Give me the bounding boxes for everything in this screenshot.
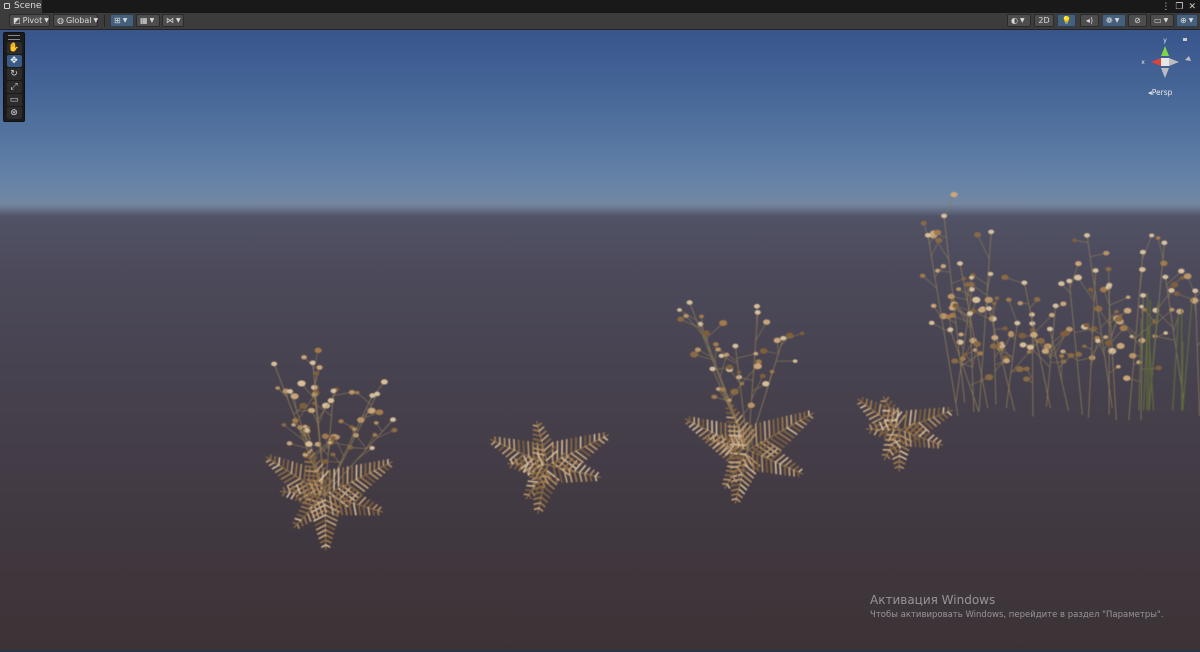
tools-overlay: ✋ ✥ ↻ ⤢ ▭ ⊛ [3, 32, 25, 122]
gizmo-x-label: x [1141, 59, 1145, 66]
transform-tool-icon[interactable]: ⊛ [6, 107, 22, 119]
gizmos-dropdown[interactable]: ⊕ ▼ [1176, 14, 1198, 27]
scene-viewport[interactable]: ✋ ✥ ↻ ⤢ ▭ ⊛ y x ◂Persp Активация Windows… [0, 30, 1200, 652]
lighting-toggle[interactable]: 💡 [1057, 14, 1076, 27]
audio-icon: ◂) [1085, 16, 1094, 25]
increment-snap-toggle[interactable]: ⋈ ▼ [162, 14, 184, 27]
gizmo-y-label: y [1163, 37, 1167, 44]
2d-toggle[interactable]: 2D [1034, 14, 1054, 27]
scene-plants [265, 191, 1200, 551]
rotate-tool-icon[interactable]: ↻ [6, 68, 22, 80]
watermark-subtitle: Чтобы активировать Windows, перейдите в … [870, 610, 1164, 620]
visibility-toggle[interactable]: ⊘ [1128, 14, 1147, 27]
chevron-down-icon: ▼ [93, 17, 99, 24]
scene-grid-icon [4, 3, 10, 9]
watermark-title: Активация Windows [870, 593, 996, 607]
tab-scene-label: Scene [14, 1, 42, 11]
2d-label: 2D [1038, 16, 1050, 25]
chevron-down-icon: ▼ [1114, 17, 1120, 24]
neg-y-axis-cone-icon[interactable] [1161, 68, 1169, 78]
global-dropdown[interactable]: ◍ Global ▼ [53, 14, 98, 27]
globe-icon: ◍ [57, 16, 64, 25]
scale-tool-icon[interactable]: ⤢ [6, 81, 22, 93]
toolbar-separator [104, 15, 105, 27]
chevron-down-icon: ▼ [122, 17, 128, 24]
eye-slash-icon: ⊘ [1134, 16, 1141, 25]
more-options-icon[interactable]: ⋮ [1161, 2, 1170, 12]
pivot-dropdown[interactable]: ◩ Pivot ▼ [9, 14, 50, 27]
light-bulb-icon: 💡 [1061, 16, 1072, 25]
chevron-down-icon: ▼ [1019, 17, 1025, 24]
close-icon[interactable]: ✕ [1188, 2, 1196, 12]
overlay-grip-icon[interactable] [8, 35, 20, 40]
gizmo-center-cube[interactable] [1161, 58, 1169, 66]
chevron-down-icon: ▼ [44, 17, 49, 24]
window-controls: ⋮ ❐ ✕ [1161, 0, 1196, 13]
audio-toggle[interactable]: ◂) [1080, 14, 1099, 27]
snap-grid-icon: ▦ [140, 16, 148, 25]
global-label: Global [65, 16, 92, 25]
rect-tool-icon[interactable]: ▭ [6, 94, 22, 106]
shaded-sphere-icon: ◐ [1011, 16, 1018, 25]
chevron-down-icon: ▼ [1188, 17, 1194, 24]
projection-label: Persp [1151, 88, 1173, 97]
maximize-icon[interactable]: ❐ [1175, 2, 1183, 12]
draw-mode-dropdown[interactable]: ◐ ▼ [1007, 14, 1031, 27]
projection-toggle[interactable]: ◂Persp [1148, 88, 1172, 97]
z-axis-cone-icon[interactable] [1185, 56, 1191, 61]
pivot-label: Pivot [22, 16, 43, 25]
effects-icon: ❁ [1106, 16, 1113, 25]
x-axis-cone-icon[interactable] [1151, 58, 1161, 66]
grid-icon: ⊞ [114, 16, 121, 25]
chevron-down-icon: ▼ [149, 17, 155, 24]
effects-dropdown[interactable]: ❁ ▼ [1102, 14, 1126, 27]
neg-x-axis-cone-icon[interactable] [1169, 58, 1179, 66]
lock-icon[interactable] [1183, 38, 1187, 41]
tab-scene[interactable]: Scene [0, 0, 42, 13]
increment-snap-icon: ⋈ [166, 16, 174, 25]
snap-toggle[interactable]: ▦ ▼ [136, 14, 160, 27]
scene-toolbar: ◩ Pivot ▼ ◍ Global ▼ ⊞ ▼ ▦ ▼ ⋈ ▼ ◐ ▼ 2D … [0, 13, 1200, 30]
hand-tool-icon[interactable]: ✋ [6, 42, 22, 54]
tab-bar: Scene ⋮ ❐ ✕ [0, 0, 1200, 13]
chevron-down-icon: ▼ [176, 17, 181, 24]
gizmos-icon: ⊕ [1180, 16, 1187, 25]
camera-dropdown[interactable]: ▭ ▼ [1150, 14, 1174, 27]
move-tool-icon[interactable]: ✥ [6, 55, 22, 67]
chevron-down-icon: ▼ [1163, 17, 1169, 24]
y-axis-cone-icon[interactable] [1161, 46, 1169, 56]
camera-icon: ▭ [1154, 16, 1162, 25]
windows-activation-watermark: Активация Windows Чтобы активировать Win… [870, 593, 1164, 620]
grid-toggle[interactable]: ⊞ ▼ [110, 14, 134, 27]
pivot-icon: ◩ [13, 16, 21, 25]
